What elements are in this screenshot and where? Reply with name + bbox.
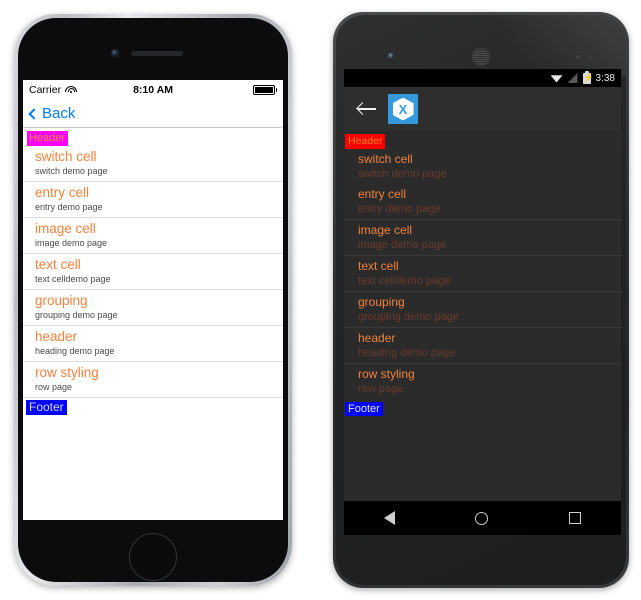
list-item[interactable]: entry cell entry demo page bbox=[23, 182, 283, 218]
ios-list-view[interactable]: Header switch cell switch demo page entr… bbox=[23, 128, 283, 416]
nav-back-triangle-icon[interactable] bbox=[384, 511, 396, 525]
section-header-container: Header bbox=[23, 128, 283, 146]
list-item-title: header bbox=[358, 331, 396, 345]
list-item[interactable]: grouping grouping demo page bbox=[23, 290, 283, 326]
xamarin-logo-letter: X bbox=[392, 97, 414, 121]
list-item-detail: entry demo page bbox=[35, 202, 103, 212]
iphone-bezel: Carrier 8:10 AM Back Header switch cell … bbox=[18, 18, 288, 582]
android-screen: 3:38 X Header switch cell swi bbox=[344, 69, 621, 535]
list-item[interactable]: header heading demo page bbox=[23, 326, 283, 362]
list-item-title: grouping bbox=[358, 295, 405, 309]
list-item-title: entry cell bbox=[35, 185, 90, 200]
list-item-detail: grouping demo page bbox=[358, 311, 459, 323]
section-footer-container: Footer bbox=[23, 398, 283, 416]
section-footer-container: Footer bbox=[344, 399, 621, 417]
list-item-detail: switch demo page bbox=[358, 168, 447, 180]
iphone-screen: Carrier 8:10 AM Back Header switch cell … bbox=[23, 80, 283, 520]
section-header-container: Header bbox=[344, 131, 621, 149]
list-item[interactable]: text cell text celldemo page bbox=[23, 254, 283, 290]
arrow-back-icon[interactable] bbox=[358, 101, 376, 117]
list-item-detail: heading demo page bbox=[35, 346, 115, 356]
list-item[interactable]: row styling row page bbox=[23, 362, 283, 398]
earpiece-speaker-icon bbox=[131, 51, 183, 56]
list-item-detail: row page bbox=[35, 382, 73, 392]
earpiece-speaker-icon bbox=[471, 47, 491, 67]
android-action-bar: X bbox=[344, 87, 621, 131]
list-item-detail: grouping demo page bbox=[35, 310, 118, 320]
list-item[interactable]: switch cell switch demo page bbox=[23, 146, 283, 182]
ambient-light-sensor-icon bbox=[588, 55, 592, 59]
list-item-detail: heading demo page bbox=[358, 347, 456, 359]
front-camera-icon bbox=[388, 53, 394, 59]
list-item-detail: text celldemo page bbox=[358, 275, 451, 287]
back-button-label: Back bbox=[42, 105, 76, 122]
bezel-glare bbox=[475, 15, 626, 75]
list-item-detail: switch demo page bbox=[35, 166, 108, 176]
list-item[interactable]: image cell image demo page bbox=[344, 219, 621, 255]
android-status-bar: 3:38 bbox=[344, 69, 621, 87]
back-button[interactable]: Back bbox=[28, 105, 76, 122]
ios-status-bar: Carrier 8:10 AM bbox=[23, 80, 283, 100]
iphone-device-frame: Carrier 8:10 AM Back Header switch cell … bbox=[14, 14, 292, 586]
ios-nav-bar: Back bbox=[23, 100, 283, 128]
section-footer-label: Footer bbox=[345, 402, 383, 416]
list-item-title: header bbox=[35, 329, 78, 344]
section-header-label: Header bbox=[27, 131, 69, 146]
status-clock: 3:38 bbox=[595, 72, 615, 84]
nav-recents-square-icon[interactable] bbox=[568, 512, 581, 524]
section-header-label: Header bbox=[345, 134, 386, 149]
home-button-icon[interactable] bbox=[129, 533, 177, 581]
signal-off-icon bbox=[567, 73, 578, 83]
dual-device-screenshot: Carrier 8:10 AM Back Header switch cell … bbox=[0, 0, 641, 600]
nav-home-circle-icon[interactable] bbox=[475, 511, 489, 525]
list-item[interactable]: image cell image demo page bbox=[23, 218, 283, 254]
list-item-title: image cell bbox=[358, 223, 413, 237]
list-item-title: switch cell bbox=[35, 149, 97, 164]
list-item[interactable]: grouping grouping demo page bbox=[344, 291, 621, 327]
list-item-title: switch cell bbox=[358, 152, 413, 166]
list-item-detail: image demo page bbox=[35, 238, 108, 248]
front-camera-icon bbox=[111, 49, 119, 57]
list-item-title: image cell bbox=[35, 221, 96, 236]
list-item-detail: image demo page bbox=[358, 239, 447, 251]
proximity-sensor-icon bbox=[576, 55, 580, 59]
list-item-title: text cell bbox=[358, 259, 399, 273]
list-item[interactable]: text cell text celldemo page bbox=[344, 255, 621, 291]
android-list-view[interactable]: Header switch cell switch demo page entr… bbox=[344, 131, 621, 501]
list-item[interactable]: header heading demo page bbox=[344, 327, 621, 363]
list-item[interactable]: row styling row page bbox=[344, 363, 621, 399]
list-item[interactable]: entry cell entry demo page bbox=[344, 184, 621, 219]
android-navigation-bar bbox=[344, 501, 621, 535]
list-item-title: entry cell bbox=[358, 187, 407, 201]
list-item-title: text cell bbox=[35, 257, 81, 272]
list-item-detail: text celldemo page bbox=[35, 274, 111, 284]
android-device-frame: 3:38 X Header switch cell swi bbox=[333, 12, 629, 588]
wifi-icon bbox=[550, 75, 563, 83]
list-item-title: grouping bbox=[35, 293, 88, 308]
battery-charging-icon bbox=[582, 70, 591, 84]
xamarin-logo-icon: X bbox=[388, 94, 418, 124]
status-clock: 8:10 AM bbox=[133, 84, 173, 96]
list-item-detail: entry demo page bbox=[358, 203, 441, 215]
section-footer-label: Footer bbox=[26, 400, 67, 415]
list-item-detail: row page bbox=[358, 383, 404, 395]
list-item-title: row styling bbox=[35, 365, 99, 380]
list-item[interactable]: switch cell switch demo page bbox=[344, 149, 621, 184]
chevron-left-icon bbox=[28, 107, 40, 120]
list-item-title: row styling bbox=[358, 367, 415, 381]
android-bezel: 3:38 X Header switch cell swi bbox=[336, 15, 626, 585]
